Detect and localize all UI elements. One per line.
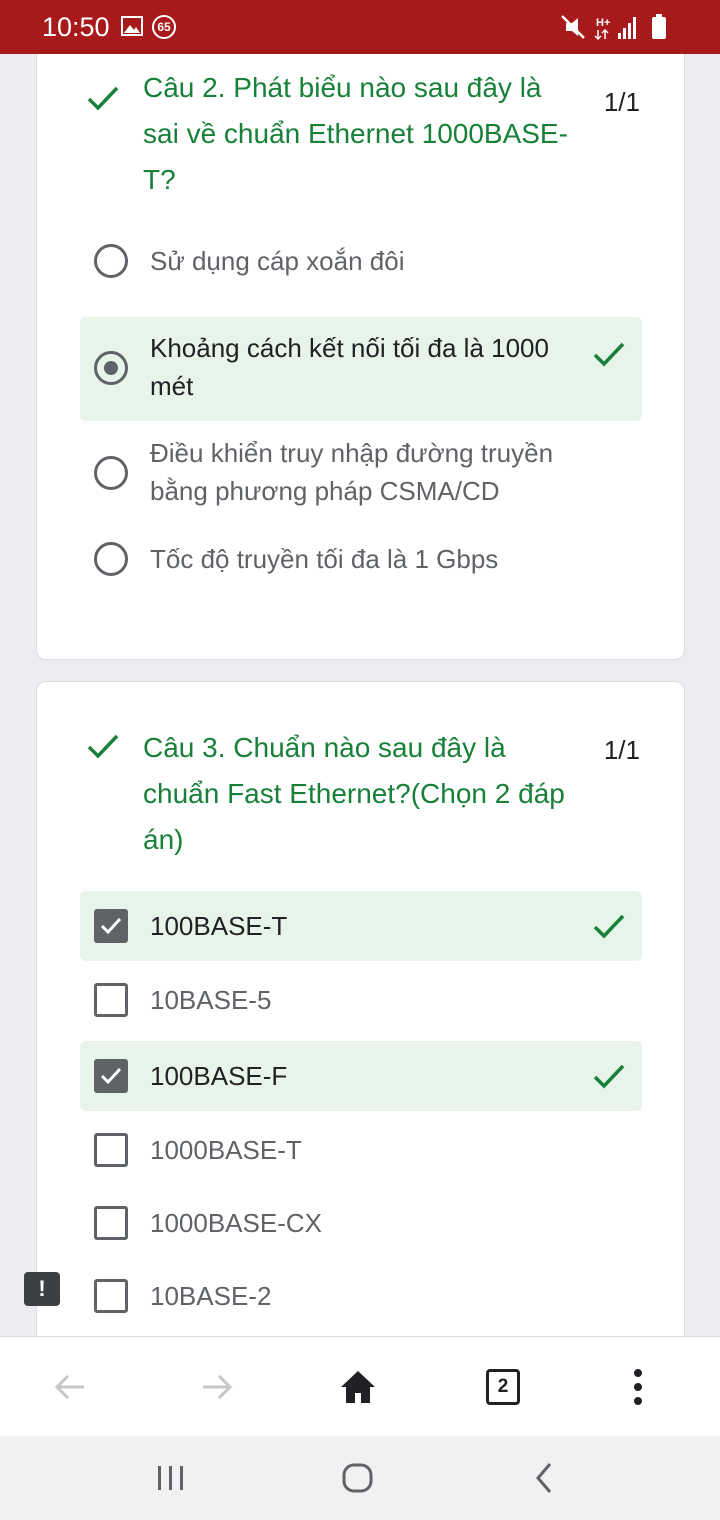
checkbox[interactable] <box>94 983 128 1017</box>
option-radio[interactable]: Điều khiển truy nhập đường truyền bằng p… <box>80 432 642 522</box>
correct-check-icon <box>593 342 625 367</box>
notification-count-badge: 65 <box>152 15 176 39</box>
home-nav-icon[interactable] <box>340 1460 376 1496</box>
signal-icon <box>618 17 636 39</box>
checkbox-checked[interactable] <box>94 1059 128 1093</box>
option-label: 100BASE-T <box>150 911 288 941</box>
option-checkbox-correct[interactable]: 100BASE-T <box>80 891 642 961</box>
option-label: 10BASE-5 <box>150 985 272 1015</box>
status-icons: H+ <box>561 14 666 41</box>
system-nav-bar <box>0 1436 720 1520</box>
back-nav-icon[interactable] <box>530 1460 560 1496</box>
checkmark-icon <box>100 917 122 935</box>
option-label: Tốc độ truyền tối đa là 1 Gbps <box>150 544 499 574</box>
option-radio-correct[interactable]: Khoảng cách kết nối tối đa là 1000 mét <box>80 317 642 421</box>
more-vert-icon[interactable] <box>618 1367 658 1407</box>
question-correct-check-icon <box>87 734 119 759</box>
radio-button-selected[interactable] <box>94 351 128 385</box>
question-title: Câu 3. Chuẩn nào sau đây là chuẩn Fast E… <box>143 732 565 855</box>
option-label: 100BASE-F <box>150 1061 288 1091</box>
forward-arrow-icon[interactable] <box>197 1367 237 1407</box>
radio-button[interactable] <box>94 542 128 576</box>
tabs-icon[interactable]: 2 <box>486 1369 520 1405</box>
correct-check-icon <box>593 914 625 939</box>
browser-toolbar: 2 <box>0 1336 720 1436</box>
question-score: 1/1 <box>603 87 640 117</box>
svg-text:H+: H+ <box>596 17 610 29</box>
radio-button[interactable] <box>94 244 128 278</box>
option-label: Khoảng cách kết nối tối đa là 1000 mét <box>150 333 549 401</box>
checkbox[interactable] <box>94 1279 128 1313</box>
correct-check-icon <box>593 1064 625 1089</box>
question-title: Câu 2. Phát biểu nào sau đây là sai về c… <box>143 72 568 195</box>
radio-button[interactable] <box>94 456 128 490</box>
option-label: Điều khiển truy nhập đường truyền bằng p… <box>150 438 554 506</box>
option-label: 10BASE-2 <box>150 1281 272 1311</box>
form-content[interactable]: Câu 2. Phát biểu nào sau đây là sai về c… <box>0 54 720 1336</box>
option-checkbox[interactable]: 1000BASE-CX <box>80 1190 642 1256</box>
option-label: Sử dụng cáp xoắn đôi <box>150 246 405 276</box>
question-card-2: Câu 2. Phát biểu nào sau đây là sai về c… <box>36 54 685 660</box>
home-icon[interactable] <box>338 1367 378 1407</box>
h-plus-icon: H+ <box>594 17 610 41</box>
checkbox[interactable] <box>94 1206 128 1240</box>
question-correct-check-icon <box>87 86 119 111</box>
option-label: 1000BASE-T <box>150 1135 302 1165</box>
option-checkbox[interactable]: 10BASE-2 <box>80 1263 642 1329</box>
question-card-3: Câu 3. Chuẩn nào sau đây là chuẩn Fast E… <box>36 681 685 1336</box>
option-checkbox[interactable]: 1000BASE-T <box>80 1117 642 1183</box>
checkbox-checked[interactable] <box>94 909 128 943</box>
recent-apps-icon[interactable] <box>154 1460 188 1496</box>
image-icon <box>121 16 143 36</box>
mute-icon <box>561 15 585 39</box>
option-checkbox[interactable]: 10BASE-5 <box>80 967 642 1033</box>
question-score: 1/1 <box>603 735 640 765</box>
option-radio[interactable]: Tốc độ truyền tối đa là 1 Gbps <box>80 535 642 595</box>
status-bar: 10:50 65 H+ <box>0 0 720 54</box>
checkmark-icon <box>100 1067 122 1085</box>
feedback-button[interactable]: ! <box>24 1272 60 1306</box>
option-checkbox-correct[interactable]: 100BASE-F <box>80 1041 642 1111</box>
battery-icon <box>652 14 666 39</box>
back-arrow-icon[interactable] <box>50 1367 90 1407</box>
option-label: 1000BASE-CX <box>150 1208 322 1238</box>
checkbox[interactable] <box>94 1133 128 1167</box>
status-time: 10:50 <box>42 12 110 42</box>
option-radio[interactable]: Sử dụng cáp xoắn đôi <box>80 226 642 296</box>
